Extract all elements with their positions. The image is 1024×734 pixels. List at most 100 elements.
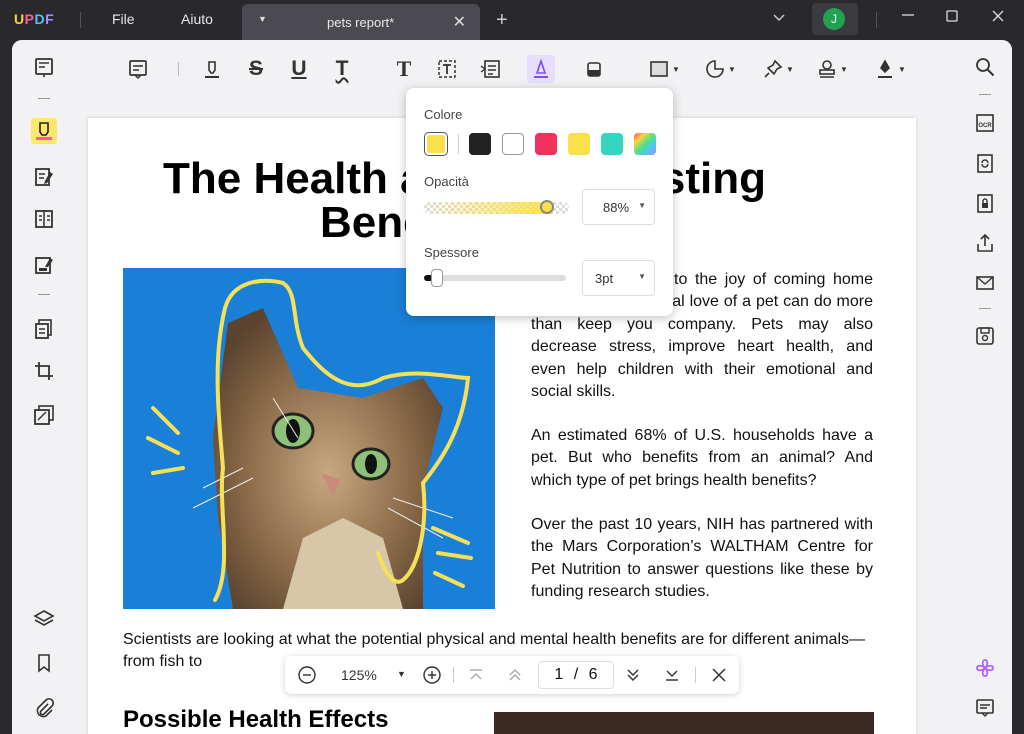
comments-panel-icon[interactable] bbox=[972, 695, 998, 721]
thickness-slider[interactable] bbox=[424, 275, 566, 281]
signature-tool[interactable]: ▼ bbox=[870, 55, 910, 83]
thickness-label: Spessore bbox=[424, 245, 479, 260]
signature-pen-icon bbox=[878, 59, 893, 78]
save-icon[interactable] bbox=[972, 323, 998, 349]
shape-tool[interactable]: ▼ bbox=[644, 55, 684, 83]
current-page: 1 bbox=[554, 666, 564, 683]
search-icon[interactable] bbox=[972, 54, 998, 80]
stamp-tool[interactable]: ▼ bbox=[812, 55, 852, 83]
maximize-icon[interactable] bbox=[945, 9, 959, 28]
layers-icon[interactable] bbox=[31, 606, 57, 632]
convert-icon[interactable] bbox=[972, 150, 998, 176]
caret-down-icon: ▼ bbox=[898, 64, 906, 74]
user-menu[interactable]: J bbox=[812, 3, 858, 35]
custom-color-picker[interactable] bbox=[634, 133, 656, 155]
separator bbox=[695, 667, 696, 683]
menu-help[interactable]: Aiuto bbox=[181, 11, 213, 27]
highlight-icon[interactable] bbox=[198, 55, 226, 83]
form-icon[interactable] bbox=[31, 206, 57, 232]
sticker-tool[interactable]: ▼ bbox=[700, 55, 740, 83]
protect-icon[interactable] bbox=[972, 190, 998, 216]
pencil-icon[interactable] bbox=[527, 55, 555, 83]
new-tab-icon[interactable]: + bbox=[496, 9, 508, 32]
pin-tool[interactable]: ▼ bbox=[758, 55, 798, 83]
zoom-in-icon[interactable] bbox=[422, 665, 442, 689]
crop-icon[interactable] bbox=[31, 358, 57, 384]
caret-down-icon: ▼ bbox=[672, 64, 680, 74]
email-icon[interactable] bbox=[972, 270, 998, 296]
document-tab[interactable]: ▼ pets report* ✕ bbox=[242, 4, 480, 40]
thickness-slider-handle[interactable] bbox=[431, 269, 443, 287]
right-sidebar: OCR bbox=[958, 40, 1012, 734]
attachment-icon[interactable] bbox=[31, 695, 57, 721]
ocr-icon[interactable]: OCR bbox=[972, 110, 998, 136]
pin-icon bbox=[764, 59, 783, 78]
app-logo: UPDF bbox=[14, 11, 55, 27]
caret-down-icon: ▼ bbox=[638, 272, 646, 281]
close-window-icon[interactable] bbox=[990, 8, 1006, 29]
fill-sign-icon[interactable] bbox=[31, 252, 57, 278]
separator bbox=[979, 94, 991, 95]
color-swatch-white[interactable] bbox=[502, 133, 524, 155]
separator bbox=[80, 12, 81, 28]
color-swatch-black[interactable] bbox=[469, 133, 491, 155]
selected-color-swatch[interactable] bbox=[424, 132, 448, 156]
avatar[interactable]: J bbox=[823, 8, 845, 30]
squiggly-icon[interactable]: T bbox=[328, 55, 356, 83]
ai-assistant-icon[interactable] bbox=[972, 655, 998, 681]
watermark-icon[interactable] bbox=[31, 402, 57, 428]
separator bbox=[453, 667, 454, 683]
separator bbox=[38, 98, 50, 99]
reader-icon[interactable] bbox=[31, 54, 57, 80]
zoom-out-icon[interactable] bbox=[297, 665, 317, 689]
paragraph-3: Over the past 10 years, NIH has partnere… bbox=[531, 516, 873, 601]
strikethrough-icon[interactable]: S bbox=[242, 55, 270, 83]
caret-down-icon: ▼ bbox=[728, 64, 736, 74]
organize-pages-icon[interactable] bbox=[31, 316, 57, 342]
page-title-part1: The Health a bbox=[163, 154, 425, 203]
opacity-slider-handle[interactable] bbox=[540, 200, 554, 214]
opacity-value: 88% bbox=[603, 200, 630, 215]
share-icon[interactable] bbox=[972, 230, 998, 256]
edit-pdf-icon[interactable] bbox=[31, 164, 57, 190]
separator bbox=[458, 134, 459, 154]
eraser-icon[interactable] bbox=[580, 55, 608, 83]
color-swatch-yellow[interactable] bbox=[568, 133, 590, 155]
separator bbox=[38, 294, 50, 295]
zoom-level[interactable]: 125% bbox=[341, 667, 377, 683]
comment-mode-icon[interactable] bbox=[31, 118, 57, 144]
next-page-icon[interactable] bbox=[624, 666, 642, 688]
text-icon[interactable]: T bbox=[390, 55, 418, 83]
sticker-icon bbox=[706, 60, 724, 78]
close-nav-icon[interactable] bbox=[710, 666, 728, 688]
color-swatch-red[interactable] bbox=[535, 133, 557, 155]
zoom-dropdown-icon[interactable]: ▼ bbox=[397, 669, 406, 679]
stamp-icon bbox=[819, 60, 835, 78]
thickness-dropdown[interactable]: 3pt ▼ bbox=[582, 260, 655, 296]
previous-page-icon[interactable] bbox=[506, 666, 524, 688]
caret-down-icon: ▼ bbox=[786, 64, 794, 74]
bookmark-icon[interactable] bbox=[31, 650, 57, 676]
last-page-icon[interactable] bbox=[663, 666, 681, 688]
close-tab-icon[interactable]: ✕ bbox=[453, 12, 466, 32]
color-swatch-teal[interactable] bbox=[601, 133, 623, 155]
rectangle-icon bbox=[650, 61, 668, 77]
total-pages: 6 bbox=[588, 666, 598, 683]
underline-icon[interactable]: U bbox=[285, 55, 313, 83]
menu-file[interactable]: File bbox=[112, 11, 135, 27]
separator bbox=[876, 12, 877, 28]
text-callout-icon[interactable] bbox=[476, 55, 504, 83]
caret-down-icon: ▼ bbox=[638, 201, 646, 210]
minimize-icon[interactable] bbox=[900, 6, 916, 27]
sticky-note-icon[interactable] bbox=[124, 55, 152, 83]
title-bar: UPDF File Aiuto ▼ pets report* ✕ + J bbox=[0, 0, 1024, 40]
page-navigation-bar: 125% ▼ 1 / 6 bbox=[285, 656, 739, 694]
cat-photo bbox=[123, 268, 495, 609]
first-page-icon[interactable] bbox=[467, 666, 485, 688]
chevron-down-icon[interactable] bbox=[772, 10, 786, 27]
second-photo bbox=[494, 712, 874, 734]
text-box-icon[interactable] bbox=[433, 55, 461, 83]
page-number-input[interactable]: 1 / 6 bbox=[538, 661, 614, 689]
opacity-dropdown[interactable]: 88% ▼ bbox=[582, 189, 655, 225]
tab-dropdown-icon[interactable]: ▼ bbox=[258, 14, 267, 24]
